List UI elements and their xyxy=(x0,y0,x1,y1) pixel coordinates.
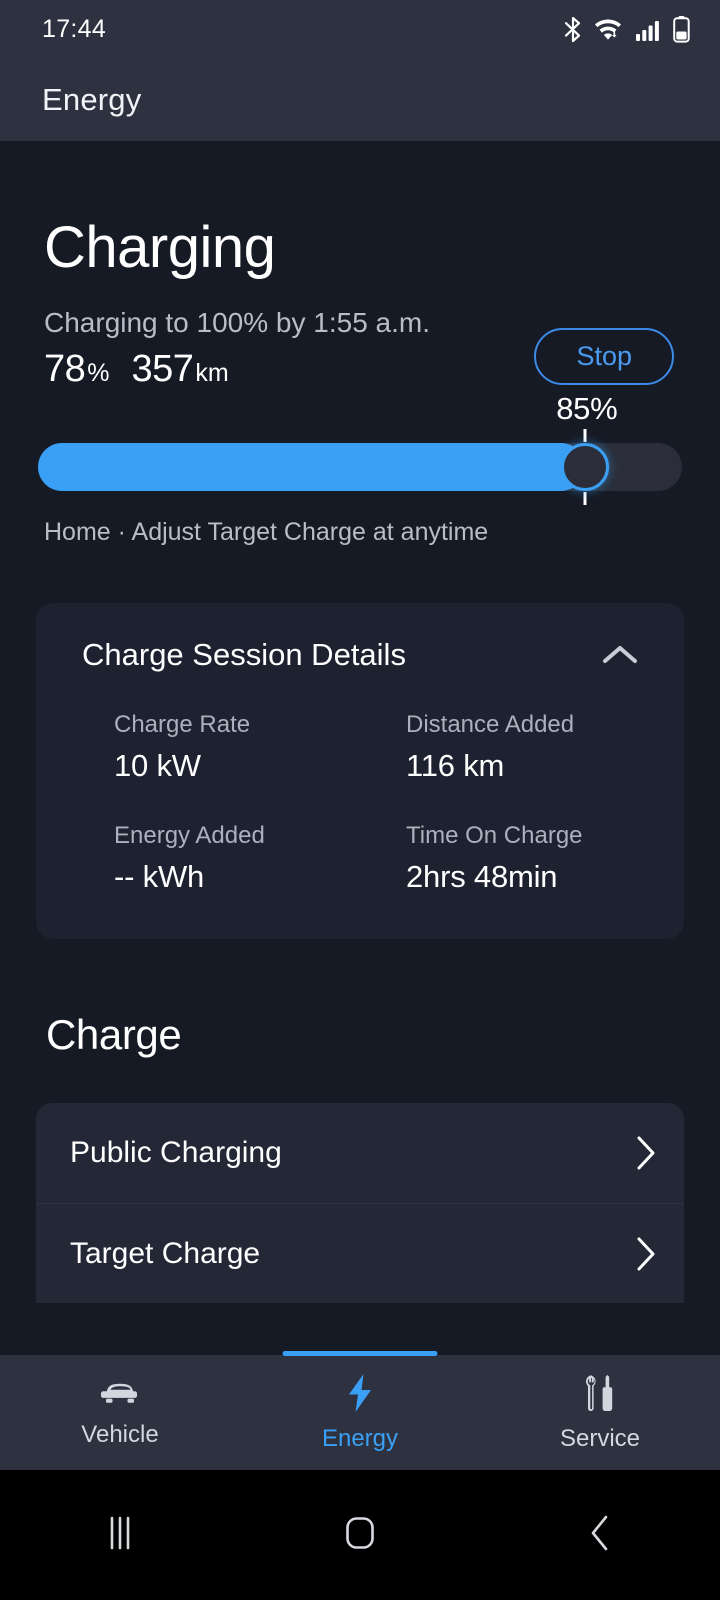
app-bar: Energy xyxy=(0,58,720,141)
battery-icon xyxy=(673,15,690,43)
range-value: 357 xyxy=(131,348,194,390)
status-clock: 17:44 xyxy=(42,14,107,43)
three-bars-icon xyxy=(100,1512,140,1559)
rounded-square-icon xyxy=(339,1512,381,1559)
stop-charging-button[interactable]: Stop xyxy=(534,328,674,385)
wrench-screwdriver-icon xyxy=(579,1373,621,1413)
metric-time-on-charge: Time On Charge 2hrs 48min xyxy=(360,822,652,895)
status-icon-group xyxy=(563,15,690,43)
metric-distance-added: Distance Added 116 km xyxy=(360,711,652,784)
metric-row: Charge Rate 10 kW Distance Added 116 km xyxy=(68,711,652,784)
list-item-label: Public Charging xyxy=(70,1136,282,1169)
back-button[interactable] xyxy=(480,1512,720,1559)
charge-options-list: Public Charging Target Charge xyxy=(36,1103,684,1303)
charging-summary-row: Charging to 100% by 1:55 a.m. 78% 357 km … xyxy=(36,305,684,391)
metric-charge-rate: Charge Rate 10 kW xyxy=(68,711,360,784)
target-charge-label: 85% xyxy=(556,391,618,426)
metric-label: Charge Rate xyxy=(114,711,251,738)
metric-label: Energy Added xyxy=(114,822,265,849)
slider-track[interactable] xyxy=(38,429,682,505)
app-root: 17:44 Energy Charging Charging to 100% b… xyxy=(0,0,720,1600)
battery-percent-symbol: % xyxy=(87,359,110,387)
charging-summary-text: Charging to 100% by 1:55 a.m. 78% 357 km xyxy=(44,305,430,391)
metric-value: 2hrs 48min xyxy=(406,859,558,894)
tab-label: Vehicle xyxy=(81,1420,159,1448)
status-bar: 17:44 xyxy=(0,0,720,58)
tab-label: Service xyxy=(559,1424,641,1452)
home-button[interactable] xyxy=(240,1512,480,1559)
tab-energy[interactable]: Energy xyxy=(240,1373,480,1453)
bottom-navigation: Vehicle Energy Service xyxy=(0,1351,720,1470)
slider-thumb[interactable] xyxy=(561,443,610,491)
range-unit: km xyxy=(195,359,229,387)
page-title: Energy xyxy=(42,81,142,117)
tab-service[interactable]: Service xyxy=(480,1373,720,1453)
metric-value: 10 kW xyxy=(114,748,201,783)
list-item-target-charge[interactable]: Target Charge xyxy=(36,1203,684,1303)
recents-button[interactable] xyxy=(0,1512,240,1559)
metric-value: -- kWh xyxy=(114,859,205,894)
charging-eta-text: Charging to 100% by 1:55 a.m. xyxy=(44,307,431,338)
slider-tick-bottom xyxy=(583,492,587,505)
charge-session-details-title: Charge Session Details xyxy=(82,637,406,672)
slider-fill xyxy=(38,443,586,491)
lightning-bolt-icon xyxy=(345,1373,375,1413)
chevron-left-icon xyxy=(583,1512,617,1559)
metric-label: Distance Added xyxy=(406,711,575,738)
slider-tick-top xyxy=(583,429,587,442)
car-icon xyxy=(97,1377,143,1409)
battery-percent-value: 78 xyxy=(44,348,86,390)
metric-label: Time On Charge xyxy=(406,822,583,849)
metric-row: Energy Added -- kWh Time On Charge 2hrs … xyxy=(68,822,652,895)
metric-value: 116 km xyxy=(406,748,505,783)
charge-session-details-card: Charge Session Details Charge Rate 10 kW… xyxy=(36,603,684,939)
charge-session-metrics: Charge Rate 10 kW Distance Added 116 km … xyxy=(68,711,652,895)
slider-caption: Home · Adjust Target Charge at anytime xyxy=(44,518,489,546)
tab-vehicle[interactable]: Vehicle xyxy=(0,1377,240,1449)
wifi-icon xyxy=(594,16,624,43)
cellular-signal-icon xyxy=(635,16,662,43)
charge-section-heading: Charge xyxy=(46,1011,182,1058)
list-item-label: Target Charge xyxy=(70,1236,261,1270)
chevron-up-icon[interactable] xyxy=(600,642,640,668)
list-item-public-charging[interactable]: Public Charging xyxy=(36,1103,684,1203)
tab-label: Energy xyxy=(321,1424,399,1452)
active-tab-indicator xyxy=(282,1351,438,1356)
system-navigation-bar xyxy=(0,1470,720,1600)
chevron-right-icon xyxy=(634,1235,658,1273)
metric-energy-added: Energy Added -- kWh xyxy=(68,822,360,895)
charging-status-heading: Charging xyxy=(44,215,276,280)
charging-figures: 78% 357 km xyxy=(44,348,430,391)
charge-session-details-header[interactable]: Charge Session Details xyxy=(68,637,652,673)
bluetooth-icon xyxy=(563,16,583,43)
chevron-right-icon xyxy=(634,1134,658,1172)
target-charge-slider[interactable]: 85% Home · Adjust Target Charge at anyti… xyxy=(36,391,684,547)
